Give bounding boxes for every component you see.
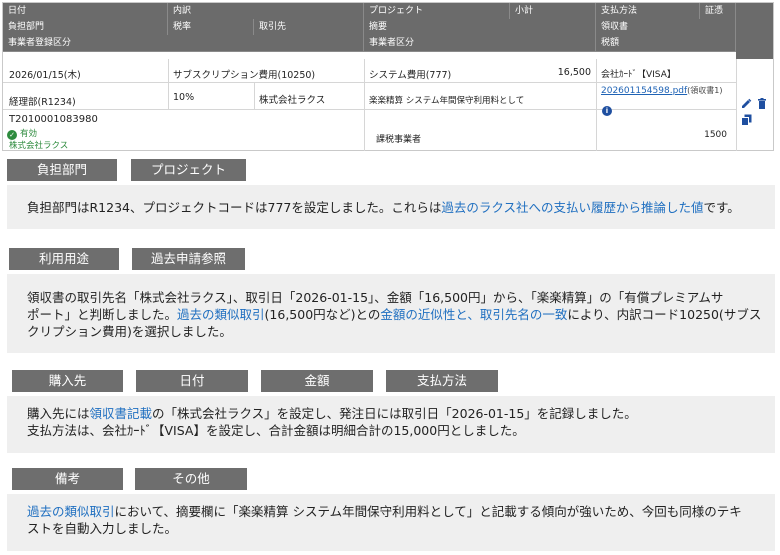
receipt-note: (領収書1): [687, 86, 723, 95]
section-tag: 負担部門: [7, 159, 117, 181]
cell-summary[interactable]: 楽楽精算 システム年間保守利用料として: [369, 94, 524, 106]
explanation-text: において、摘要欄に「楽楽精算 システム年間保守利用料として」と記載する傾向が強い…: [114, 504, 742, 519]
section-tag: 支払方法: [386, 370, 498, 392]
pencil-icon[interactable]: [741, 98, 752, 109]
cell-department[interactable]: 経理部(R1234): [9, 94, 76, 108]
explanation-text: 負担部門はR1234、プロジェクトコードは777を設定しました。これらは: [27, 200, 442, 215]
cell-business-class: 課税事業者: [376, 135, 422, 145]
explanation-text: 領収書の取引先名「株式会社ラクス」、取引日「2026-01-15」、金額「16,…: [27, 290, 724, 305]
highlight-text[interactable]: 過去の類似取引: [27, 504, 115, 519]
explanation-line: 領収書の取引先名「株式会社ラクス」、取引日「2026-01-15」、金額「16,…: [27, 289, 765, 306]
header-evidence: 証憑: [700, 3, 736, 20]
explanation-text: ストを自動入力しました。: [27, 521, 178, 536]
highlight-text[interactable]: 金額の近似性と、取引先名の一致: [380, 307, 567, 322]
section-tag: 備考: [12, 468, 123, 490]
expense-detail-table: 日付 内訳 プロジェクト 小計 支払方法 証憑 負担部門 税率 取引先 摘要 領…: [2, 2, 774, 151]
cell-receipt: 202601154598.pdf(領収書1): [601, 85, 723, 96]
info-icon[interactable]: i: [602, 106, 612, 116]
header-summary: 摘要: [364, 19, 596, 36]
cell-project[interactable]: システム費用(777): [369, 67, 451, 81]
header-project: プロジェクト: [364, 3, 510, 20]
header-payment: 支払方法: [596, 3, 700, 20]
header-tax-amount: 税額: [596, 35, 736, 52]
highlight-text[interactable]: 過去の類似取引: [177, 307, 265, 322]
section-explanation: 負担部門はR1234、プロジェクトコードは777を設定しました。これらは過去のラ…: [7, 185, 775, 229]
header-vendor: 取引先: [254, 19, 364, 36]
section-tag: 金額: [261, 370, 373, 392]
section-explanation: 領収書の取引先名「株式会社ラクス」、取引日「2026-01-15」、金額「16,…: [7, 274, 775, 353]
section-tag: プロジェクト: [131, 159, 246, 181]
receipt-info[interactable]: i: [602, 98, 612, 117]
section-explanation: 購入先には領収書記載の「株式会社ラクス」を設定し、発注日には取引日「2026-0…: [7, 396, 775, 453]
section-explanation: 過去の類似取引において、摘要欄に「楽楽精算 システム年間保守利用料として」と記載…: [7, 494, 775, 551]
highlight-text[interactable]: 過去のラクス社への支払い履歴から推論した値: [441, 200, 703, 215]
explanation-text: の「株式会社ラクス」を設定し、発注日には取引日「2026-01-15」を記録しま…: [152, 406, 637, 421]
explanation-line: 購入先には領収書記載の「株式会社ラクス」を設定し、発注日には取引日「2026-0…: [27, 405, 765, 422]
cell-subtotal: 16,500: [557, 67, 591, 78]
cell-vendor[interactable]: 株式会社ラクス: [259, 92, 325, 106]
explanation-text: 支払方法は、会社ｶｰﾄﾞ【VISA】を設定し、合計金額は明細合計の15,000円…: [27, 423, 525, 438]
cell-tax-amount: 1500: [704, 130, 727, 140]
cell-tax-rate: 10%: [173, 92, 195, 103]
cell-registration-number: T2010001083980: [9, 114, 98, 125]
section-tag: 利用用途: [9, 248, 119, 270]
header-receipt: 領収書: [596, 19, 736, 36]
explanation-line: ストを自動入力しました。: [27, 520, 765, 537]
explanation-text: により、内訳コード10250(サブス: [567, 307, 762, 322]
header-category: 内訳: [168, 3, 364, 20]
registration-status-label: 有効: [20, 129, 38, 139]
explanation-text: 購入先には: [27, 406, 90, 421]
explanation-line: 負担部門はR1234、プロジェクトコードは777を設定しました。これらは過去のラ…: [27, 199, 765, 216]
trash-icon[interactable]: [757, 98, 767, 109]
explanation-line: ポート」と判断しました。過去の類似取引(16,500円など)との金額の近似性と、…: [27, 306, 765, 323]
copy-icon[interactable]: [741, 114, 752, 126]
explanation-text: です。: [703, 200, 740, 215]
registration-vendor: 株式会社ラクス: [9, 141, 69, 149]
cell-category[interactable]: サブスクリプション費用(10250): [173, 67, 315, 81]
explanation-text: (16,500円など)との: [264, 307, 381, 322]
header-tax-rate: 税率: [168, 19, 254, 36]
receipt-file-link[interactable]: 202601154598.pdf: [601, 86, 687, 96]
section-tag: その他: [135, 468, 247, 490]
header-business-class: 事業者区分: [364, 35, 596, 52]
header-registration: 事業者登録区分: [3, 35, 364, 52]
cell-payment[interactable]: 会社ｶｰﾄﾞ【VISA】: [601, 67, 676, 80]
explanation-line: クリプション費用)を選択しました。: [27, 323, 765, 340]
header-actions: [736, 3, 773, 59]
explanation-text: クリプション費用)を選択しました。: [27, 324, 232, 339]
header-subtotal: 小計: [510, 3, 596, 20]
explanation-text: ポート」と判断しました。: [27, 307, 178, 322]
explanation-line: 過去の類似取引において、摘要欄に「楽楽精算 システム年間保守利用料として」と記載…: [27, 503, 765, 520]
highlight-text[interactable]: 領収書記載: [90, 406, 153, 421]
section-tag: 日付: [136, 370, 248, 392]
header-department: 負担部門: [3, 19, 168, 36]
explanation-line: 支払方法は、会社ｶｰﾄﾞ【VISA】を設定し、合計金額は明細合計の15,000円…: [27, 422, 765, 439]
section-tag: 購入先: [12, 370, 123, 392]
header-date: 日付: [3, 3, 168, 20]
cell-date: 2026/01/15(木): [9, 70, 81, 81]
section-tag: 過去申請参照: [132, 248, 245, 270]
